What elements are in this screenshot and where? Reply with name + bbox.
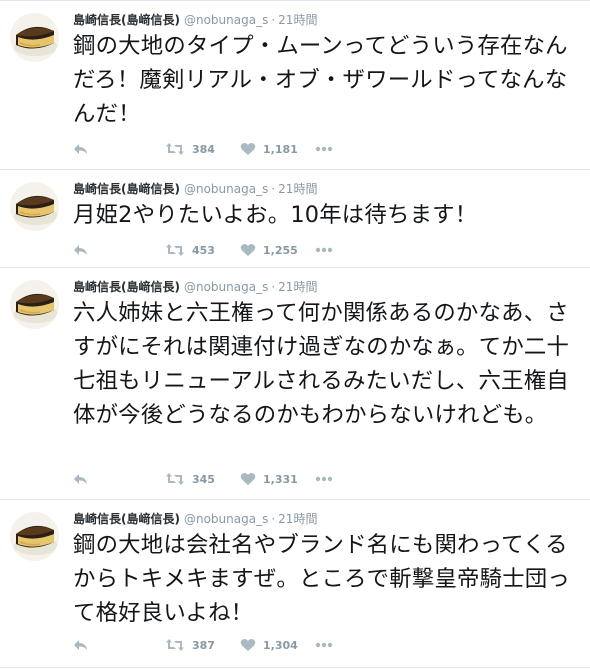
- separator-dot: ·: [271, 182, 276, 196]
- author-handle[interactable]: @nobunaga_s: [184, 280, 268, 294]
- heart-icon: [240, 472, 256, 485]
- tweet-header: 島崎信長(島﨑信長) @nobunaga_s · 21時間: [73, 180, 317, 198]
- more-button[interactable]: [315, 635, 345, 655]
- like-count: 1,331: [263, 472, 298, 486]
- author-handle[interactable]: @nobunaga_s: [184, 13, 268, 27]
- more-dots-icon: [315, 476, 333, 482]
- tweet[interactable]: 島崎信長(島﨑信長) @nobunaga_s · 21時間 鋼の大地のタイプ・ムーンっ…: [0, 0, 590, 170]
- timestamp[interactable]: 21時間: [278, 280, 317, 294]
- tweet[interactable]: 島崎信長(島﨑信長) @nobunaga_s · 21時間 六人姉妹と六王権って何か関…: [0, 268, 590, 500]
- tweet-text: 鋼の大地は会社名やブランド名にも関わってくるからトキメキますぜ。ところで斬撃皇帝…: [73, 532, 570, 626]
- retweet-count: 345: [192, 472, 215, 486]
- cheesecake-avatar-icon: [10, 280, 59, 329]
- author-handle[interactable]: @nobunaga_s: [184, 512, 268, 526]
- tweet-actions: 453 1,255: [73, 240, 345, 260]
- tweet[interactable]: 島崎信長(島﨑信長) @nobunaga_s · 21時間 月姫2やりたいよお。10年…: [0, 170, 590, 268]
- timestamp[interactable]: 21時間: [278, 512, 317, 526]
- like-button[interactable]: 1,255: [240, 240, 315, 260]
- reply-icon: [74, 640, 87, 650]
- more-dots-icon: [315, 642, 333, 648]
- reply-icon: [74, 474, 87, 484]
- tweet[interactable]: 島崎信長(島﨑信長) @nobunaga_s · 21時間 鋼の大地は会社名やブランド…: [0, 500, 590, 668]
- separator-dot: ·: [271, 13, 276, 27]
- heart-icon: [240, 142, 256, 155]
- like-count: 1,255: [263, 243, 298, 257]
- reply-button[interactable]: [73, 139, 133, 159]
- more-button[interactable]: [315, 469, 345, 489]
- cheesecake-avatar-icon: [10, 512, 59, 561]
- timestamp[interactable]: 21時間: [278, 182, 317, 196]
- cheesecake-avatar-icon: [10, 13, 59, 62]
- separator-dot: ·: [271, 512, 276, 526]
- tweet-header: 島崎信長(島﨑信長) @nobunaga_s · 21時間: [73, 11, 317, 29]
- separator-dot: ·: [271, 280, 276, 294]
- reply-button[interactable]: [73, 635, 133, 655]
- tweet-actions: 387 1,304: [73, 635, 345, 655]
- avatar[interactable]: [10, 512, 59, 561]
- retweet-button[interactable]: 384: [165, 139, 240, 159]
- heart-icon: [240, 243, 256, 256]
- retweet-button[interactable]: 387: [165, 635, 240, 655]
- author-name[interactable]: 島崎信長(島﨑信長): [73, 512, 180, 526]
- tweet-feed: 島崎信長(島﨑信長) @nobunaga_s · 21時間 鋼の大地のタイプ・ムーンっ…: [0, 0, 590, 669]
- author-handle[interactable]: @nobunaga_s: [184, 182, 268, 196]
- tweet-text: 鋼の大地のタイプ・ムーンってどういう存在なんだろ！魔剣リアル・オブ・ザワールドっ…: [73, 33, 568, 127]
- like-count: 1,304: [263, 638, 298, 652]
- retweet-icon: [166, 473, 184, 485]
- like-button[interactable]: 1,304: [240, 635, 315, 655]
- retweet-icon: [166, 143, 184, 155]
- retweet-count: 453: [192, 243, 215, 257]
- retweet-button[interactable]: 345: [165, 469, 240, 489]
- avatar[interactable]: [10, 13, 59, 62]
- timestamp[interactable]: 21時間: [278, 13, 317, 27]
- tweet-actions: 345 1,331: [73, 469, 345, 489]
- author-name[interactable]: 島崎信長(島﨑信長): [73, 280, 180, 294]
- author-name[interactable]: 島崎信長(島﨑信長): [73, 13, 180, 27]
- more-button[interactable]: [315, 139, 345, 159]
- heart-icon: [240, 638, 256, 651]
- tweet-text: 六人姉妹と六王権って何か関係あるのかなあ、さすがにそれは関連付け過ぎなのかなぁ。…: [73, 300, 570, 428]
- like-button[interactable]: 1,181: [240, 139, 315, 159]
- tweet-header: 島崎信長(島﨑信長) @nobunaga_s · 21時間: [73, 510, 317, 528]
- tweet-text: 月姫2やりたいよお。10年は待ちます！: [73, 202, 478, 228]
- cheesecake-avatar-icon: [10, 182, 59, 231]
- more-button[interactable]: [315, 240, 345, 260]
- reply-button[interactable]: [73, 240, 133, 260]
- author-name[interactable]: 島崎信長(島﨑信長): [73, 182, 180, 196]
- reply-icon: [74, 144, 87, 154]
- retweet-icon: [166, 639, 184, 651]
- avatar[interactable]: [10, 280, 59, 329]
- tweet-actions: 384 1,181: [73, 139, 345, 159]
- retweet-count: 387: [192, 638, 215, 652]
- retweet-button[interactable]: 453: [165, 240, 240, 260]
- more-dots-icon: [315, 247, 333, 253]
- like-button[interactable]: 1,331: [240, 469, 315, 489]
- tweet-header: 島崎信長(島﨑信長) @nobunaga_s · 21時間: [73, 278, 317, 296]
- avatar[interactable]: [10, 182, 59, 231]
- reply-icon: [74, 245, 87, 255]
- more-dots-icon: [315, 146, 333, 152]
- like-count: 1,181: [263, 142, 298, 156]
- retweet-icon: [166, 244, 184, 256]
- retweet-count: 384: [192, 142, 215, 156]
- reply-button[interactable]: [73, 469, 133, 489]
